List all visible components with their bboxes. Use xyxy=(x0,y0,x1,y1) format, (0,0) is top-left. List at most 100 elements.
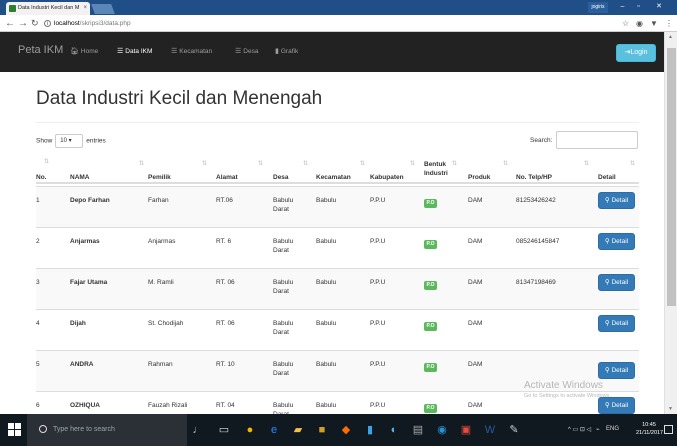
file-explorer-icon[interactable]: ▰ xyxy=(292,424,304,436)
sort-icon[interactable]: ⇅ xyxy=(584,160,589,167)
cortana-icon xyxy=(39,425,47,434)
detail-button[interactable]: ⚲ Detail xyxy=(598,233,635,250)
chrome-icon[interactable]: ● xyxy=(244,424,256,436)
col-kabupaten[interactable]: Kabupaten xyxy=(370,173,404,182)
sort-icon[interactable]: ⇅ xyxy=(44,158,49,165)
sort-icon[interactable]: ⇅ xyxy=(503,160,508,167)
bookmark-star-icon[interactable]: ☆ xyxy=(622,18,629,29)
folder-icon[interactable]: ■ xyxy=(316,424,328,436)
table-header: ⇅ No. NAMA ⇅ Pemilik ⇅ Alamat ⇅ Desa ⇅ K… xyxy=(36,152,639,184)
detail-button-label: Detail xyxy=(611,238,629,245)
sort-icon[interactable]: ⇅ xyxy=(360,160,365,167)
url-field[interactable]: i localhost/skripsi3/data.php xyxy=(44,17,646,30)
sort-icon[interactable]: ⇅ xyxy=(630,160,635,167)
shield-icon[interactable]: ▼ xyxy=(650,18,658,29)
app-icon[interactable]: ◐ xyxy=(388,424,400,436)
microphone-icon[interactable]: ♩ xyxy=(192,424,204,436)
col-no[interactable]: No. xyxy=(36,173,46,182)
app-icon[interactable]: ▣ xyxy=(460,424,472,436)
sort-icon[interactable]: ⇅ xyxy=(452,160,457,167)
cell-pemilik: Anjarmas xyxy=(148,238,176,245)
sort-icon[interactable]: ⇅ xyxy=(303,160,308,167)
profile-badge[interactable]: jogiris xyxy=(588,2,608,13)
cell-desa: Babulu Darat xyxy=(273,279,294,295)
vertical-scrollbar[interactable]: ▲ ▼ xyxy=(664,32,677,414)
notification-icon[interactable] xyxy=(664,425,673,434)
cell-kecamatan: Babulu xyxy=(316,320,337,327)
cell-no: 1 xyxy=(36,197,40,204)
app-icon[interactable]: ◉ xyxy=(436,424,448,436)
col-produk[interactable]: Produk xyxy=(468,173,490,182)
show-label: Show xyxy=(36,137,53,145)
status-badge: P.O xyxy=(424,363,437,372)
detail-button[interactable]: ⚲ Detail xyxy=(598,397,635,414)
app-icon[interactable]: ▤ xyxy=(412,424,424,436)
windows-start-icon[interactable] xyxy=(8,423,21,436)
nav-desa[interactable]: ☰ Desa xyxy=(235,47,258,55)
app-icon[interactable]: ◆ xyxy=(340,424,352,436)
browser-tab[interactable]: Data Industri Kecil dan M × xyxy=(6,2,90,15)
maximize-button[interactable]: ▫ xyxy=(631,0,646,14)
cell-pemilik: M. Ramli xyxy=(148,279,174,286)
col-detail[interactable]: Detail xyxy=(598,173,616,182)
entries-select[interactable]: 10 ▾ xyxy=(55,134,84,148)
cell-pemilik: Rahman xyxy=(148,361,173,368)
detail-button[interactable]: ⚲ Detail xyxy=(598,192,635,209)
language-indicator[interactable]: ENG xyxy=(606,426,619,432)
extension-icon[interactable]: ◉ xyxy=(636,18,643,29)
cell-desa: Babulu Darat xyxy=(273,238,294,254)
sort-icon[interactable]: ⇅ xyxy=(139,160,144,167)
detail-button[interactable]: ⚲ Detail xyxy=(598,362,635,379)
sort-icon[interactable]: ⇅ xyxy=(410,160,415,167)
cell-desa: Babulu Darat xyxy=(273,320,294,336)
sort-icon[interactable]: ⇅ xyxy=(202,160,207,167)
minimize-button[interactable]: – xyxy=(615,0,630,14)
table-row: 2 Anjarmas Anjarmas RT. 6 Babulu Darat Babulu… xyxy=(36,227,639,268)
scroll-down-icon[interactable]: ▼ xyxy=(668,406,673,412)
task-view-icon[interactable]: ▭ xyxy=(218,424,230,436)
list-icon: ☰ xyxy=(171,48,178,55)
login-button[interactable]: ⇥Login xyxy=(616,44,656,62)
cell-alamat: RT. 06 xyxy=(216,279,235,286)
col-bentuk-industri[interactable]: Bentuk Industri xyxy=(424,160,454,178)
nav-kecamatan[interactable]: ☰ Kecamatan xyxy=(171,47,212,55)
edge-icon[interactable]: e xyxy=(268,424,280,436)
app-icon[interactable]: ▮ xyxy=(364,424,376,436)
col-nama[interactable]: NAMA xyxy=(70,173,90,182)
reload-icon[interactable]: ↻ xyxy=(31,17,39,30)
nav-grafik[interactable]: ▮ Grafik xyxy=(275,47,298,55)
col-desa[interactable]: Desa xyxy=(273,173,289,182)
site-info-icon[interactable]: i xyxy=(44,19,51,27)
col-telp[interactable]: No. Telp/HP xyxy=(516,173,552,182)
scroll-up-icon[interactable]: ▲ xyxy=(668,34,673,40)
col-pemilik[interactable]: Pemilik xyxy=(148,173,171,182)
app-icon[interactable]: ✎ xyxy=(508,424,520,436)
scrollbar-thumb[interactable] xyxy=(667,48,676,306)
brand-link[interactable]: Peta IKM xyxy=(18,44,63,56)
network-icon[interactable]: ⌁ xyxy=(596,426,600,433)
cell-no: 4 xyxy=(36,320,40,327)
word-icon[interactable]: W xyxy=(484,424,496,436)
taskbar-search[interactable]: Type here to search xyxy=(27,414,187,446)
clock[interactable]: 10:45 21/11/2017 xyxy=(636,421,663,437)
menu-icon[interactable]: ⋮ xyxy=(665,18,673,29)
entries-label: entries xyxy=(86,137,106,145)
col-alamat[interactable]: Alamat xyxy=(216,173,238,182)
back-icon[interactable]: ← xyxy=(5,17,15,30)
page-title: Data Industri Kecil dan Menengah xyxy=(36,88,323,109)
sort-icon[interactable]: ⇅ xyxy=(258,160,263,167)
chevron-down-icon: ▾ xyxy=(68,138,72,144)
nav-data-ikm[interactable]: ☰ Data IKM xyxy=(117,47,152,55)
cell-kecamatan: Babulu xyxy=(316,361,337,368)
close-window-button[interactable]: ✕ xyxy=(648,0,670,14)
nav-home[interactable]: 🏠︎ Home xyxy=(70,47,98,55)
new-tab-button[interactable] xyxy=(91,4,115,14)
cell-nama: OZHIQUA xyxy=(70,402,100,409)
forward-icon[interactable]: → xyxy=(18,17,28,30)
tab-close-icon[interactable]: × xyxy=(83,2,87,15)
detail-button[interactable]: ⚲ Detail xyxy=(598,274,635,291)
tray-icons[interactable]: ^ ▭ ⊡ ◁ xyxy=(568,426,591,433)
col-kecamatan[interactable]: Kecamatan xyxy=(316,173,351,182)
detail-button[interactable]: ⚲ Detail xyxy=(598,315,635,332)
search-input[interactable] xyxy=(556,131,638,149)
